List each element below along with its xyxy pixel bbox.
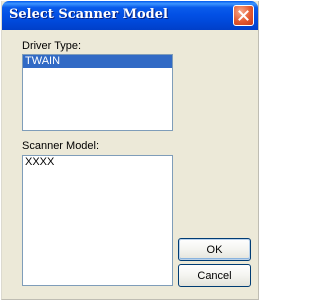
title-bar[interactable]: Select Scanner Model: [2, 1, 258, 30]
driver-type-listbox[interactable]: TWAIN: [22, 54, 173, 131]
scanner-model-label: Scanner Model:: [22, 140, 100, 152]
driver-type-item-twain[interactable]: TWAIN: [23, 55, 172, 68]
dialog-window: Select Scanner Model Driver Type: TWAIN …: [1, 1, 259, 300]
close-icon: [238, 10, 249, 21]
ok-button[interactable]: OK: [178, 238, 251, 261]
scanner-model-listbox[interactable]: XXXX: [22, 155, 173, 286]
close-button[interactable]: [233, 5, 254, 26]
scanner-model-item[interactable]: XXXX: [23, 156, 172, 169]
window-title: Select Scanner Model: [9, 7, 168, 22]
cancel-button[interactable]: Cancel: [178, 264, 251, 287]
driver-type-label: Driver Type:: [22, 40, 82, 52]
